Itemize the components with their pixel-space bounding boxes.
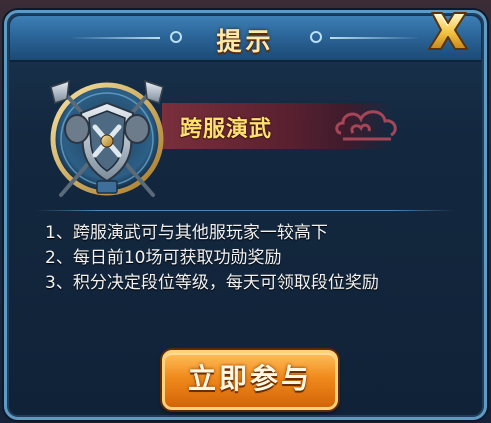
dialog-title-bar: 提示 — [10, 16, 481, 62]
crossed-axes-shield-emblem-icon — [50, 79, 164, 197]
rules-list: 1、跨服演武可与其他服玩家一较高下 2、每日前10场可获取功勋奖励 3、积分决定… — [45, 221, 465, 296]
join-now-button[interactable]: 立即参与 — [162, 350, 338, 410]
tip-dialog: 提示 跨服演武 1、跨服演武可与其他服玩家一较高下 2、每日前10场可获取功勋奖… — [4, 10, 487, 420]
cloud-ornament-icon — [335, 110, 397, 141]
close-x-icon — [428, 12, 468, 50]
rule-item: 2、每日前10场可获取功勋奖励 — [45, 248, 282, 268]
dialog-title: 提示 — [216, 27, 275, 56]
join-now-label: 立即参与 — [187, 362, 312, 395]
rule-item: 1、跨服演武可与其他服玩家一较高下 — [45, 223, 328, 243]
rule-item: 3、积分决定段位等级，每天可领取段位奖励 — [45, 273, 379, 293]
close-button[interactable] — [422, 5, 474, 57]
activity-name: 跨服演武 — [180, 117, 273, 142]
game-scene-background: 提示 跨服演武 1、跨服演武可与其他服玩家一较高下 2、每日前10场可获取功勋奖… — [0, 0, 491, 423]
content-divider — [35, 210, 456, 211]
